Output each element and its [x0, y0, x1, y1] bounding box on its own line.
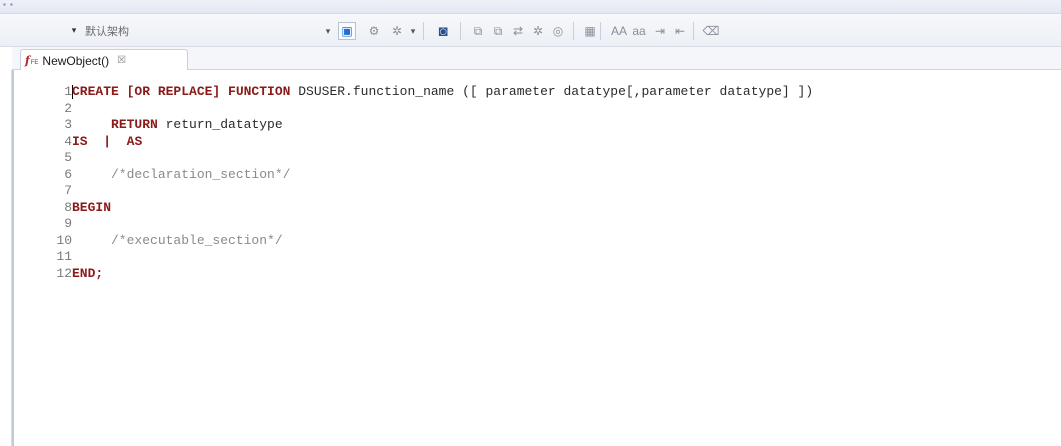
- sql-keyword: IS: [72, 133, 88, 149]
- sql-keyword: BEGIN: [72, 199, 112, 215]
- code-text: BEGIN: [72, 200, 111, 217]
- line-number: 12: [56, 265, 72, 281]
- sql-keyword: CREATE: [72, 84, 119, 99]
- step-icon[interactable]: ⇄: [510, 22, 526, 40]
- outdent-icon[interactable]: ⇤: [672, 22, 688, 40]
- line-number: 2: [64, 100, 72, 116]
- function-icon: f: [25, 54, 30, 67]
- close-tab-icon[interactable]: ☒: [117, 55, 126, 66]
- line-number: 11: [56, 249, 72, 264]
- line-number: 3: [64, 117, 72, 132]
- line-number: 5: [64, 150, 72, 165]
- grip-icon: ▪ ▪: [3, 0, 14, 9]
- code-line[interactable]: 2: [50, 101, 813, 118]
- line-number: 10: [56, 232, 72, 248]
- line-number: 6: [64, 166, 72, 182]
- code-line[interactable]: 7: [50, 183, 813, 200]
- code-text: END;: [72, 266, 103, 283]
- tab-label: NewObject(): [42, 53, 110, 68]
- sql-keyword: |: [103, 133, 112, 149]
- toolbar-separator: [423, 22, 424, 40]
- toolbar-separator: [460, 22, 461, 40]
- tab-newobject[interactable]: f FE NewObject() ☒: [20, 49, 188, 71]
- uppercase-icon[interactable]: AA: [610, 22, 628, 40]
- code-text: /*declaration_section*/: [72, 167, 290, 184]
- code-area[interactable]: 1 CREATE [OR REPLACE] FUNCTION DSUSER.fun…: [50, 84, 813, 282]
- sql-comment: /*executable_section*/: [72, 232, 283, 248]
- settings-icon[interactable]: ⚙: [366, 22, 382, 40]
- code-text: CREATE [OR REPLACE] FUNCTION DSUSER.func…: [72, 84, 813, 101]
- schema-dropdown-arrow-icon[interactable]: ▾: [67, 25, 81, 36]
- debug-dropdown-arrow[interactable]: ▾: [408, 22, 418, 40]
- code-line[interactable]: 6 /*declaration_section*/: [50, 167, 813, 184]
- line-number: 7: [64, 183, 72, 198]
- sql-keyword: RETURN: [111, 117, 158, 132]
- sql-keyword: [OR REPLACE]: [118, 84, 229, 99]
- editor-tab-strip: f FE NewObject() ☒: [12, 47, 1061, 71]
- line-number: 4: [64, 133, 72, 149]
- code-line[interactable]: 10 /*executable_section*/: [50, 233, 813, 250]
- sql-token: return_datatype: [157, 117, 283, 132]
- line-number: 8: [64, 199, 72, 215]
- code-line[interactable]: 4 IS | AS: [50, 134, 813, 151]
- compile-icon[interactable]: ◙: [434, 22, 452, 40]
- toolbar-separator: [600, 22, 601, 40]
- code-line[interactable]: 12 END;: [50, 266, 813, 283]
- indent-icon[interactable]: ⇥: [652, 22, 668, 40]
- code-line[interactable]: 3 RETURN return_datatype: [50, 117, 813, 134]
- toolbar-separator: [573, 22, 574, 40]
- code-line[interactable]: 5: [50, 150, 813, 167]
- sql-keyword: AS: [126, 133, 143, 149]
- format-icon[interactable]: ▦: [582, 22, 598, 40]
- code-line[interactable]: 1 CREATE [OR REPLACE] FUNCTION DSUSER.fun…: [50, 84, 813, 101]
- target-icon[interactable]: ◎: [550, 22, 566, 40]
- line-number: 1: [64, 84, 72, 99]
- execute-dropdown-arrow[interactable]: ▾: [323, 22, 333, 40]
- toolbar: ▾ 默认架构 ▾ ▣ ⚙ ✲ ▾ ◙ ⧉ ⧉ ⇄ ✲ ◎ ▦ AA aa ⇥ ⇤ ⌫: [0, 14, 1061, 47]
- gear-bug-icon[interactable]: ✲: [530, 22, 546, 40]
- clear-icon[interactable]: ⌫: [703, 22, 720, 40]
- sql-comment: /*declaration_section*/: [72, 166, 291, 182]
- toolbar-separator: [693, 22, 694, 40]
- schema-value: 默认架构: [85, 24, 129, 38]
- run-icon[interactable]: ▣: [338, 22, 356, 40]
- sql-token: DSUSER.function_name ([ parameter dataty…: [290, 84, 814, 99]
- function-icon-sub: FE: [30, 59, 39, 66]
- code-text: IS | AS: [72, 134, 142, 151]
- window-top-strip: ▪ ▪: [0, 0, 1061, 14]
- sql-keyword: END;: [72, 265, 104, 281]
- copy-alt-icon[interactable]: ⧉: [490, 22, 506, 40]
- lowercase-icon[interactable]: aa: [630, 22, 648, 40]
- line-number: 9: [64, 216, 72, 231]
- code-line[interactable]: 8 BEGIN: [50, 200, 813, 217]
- sql-keyword: FUNCTION: [228, 84, 291, 99]
- code-text: /*executable_section*/: [72, 233, 283, 250]
- code-line[interactable]: 11: [50, 249, 813, 266]
- left-margin: [0, 70, 12, 446]
- code-text: RETURN return_datatype: [72, 117, 283, 134]
- copy-icon[interactable]: ⧉: [470, 22, 486, 40]
- code-line[interactable]: 9: [50, 216, 813, 233]
- schema-selector[interactable]: ▾ 默认架构: [67, 20, 310, 41]
- debug-icon[interactable]: ✲: [388, 22, 406, 40]
